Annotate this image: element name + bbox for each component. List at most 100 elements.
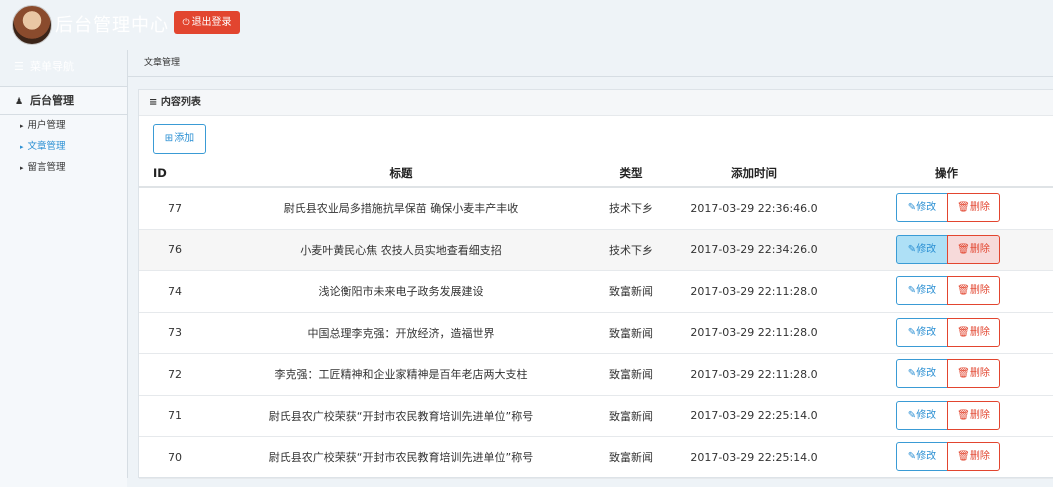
table-row: 77 尉氏县农业局多措施抗旱保苗 确保小麦丰产丰收 技术下乡 2017-03-29 2… <box>139 187 1053 230</box>
edit-icon: ✎ <box>907 202 917 214</box>
edit-button[interactable]: ✎修改 <box>896 317 948 347</box>
edit-label: 修改 <box>916 285 937 297</box>
row-time: 2017-03-29 22:25:14.0 <box>669 395 839 437</box>
col-time: 添加时间 <box>669 160 839 188</box>
trash-icon: 🗑 <box>957 409 970 421</box>
edit-button[interactable]: ✎修改 <box>896 276 948 306</box>
sidebar-section-admin[interactable]: ♟ 后台管理 <box>0 87 127 115</box>
table-row: 73 中国总理李克强：开放经济，造福世界 致富新闻 2017-03-29 22:11:… <box>139 312 1053 354</box>
row-title: 小麦叶黄民心焦 农技人员实地查看细支招 <box>209 229 593 271</box>
trash-icon: 🗑 <box>957 243 970 255</box>
table-row: 71 尉氏县农广校荣获“开封市农民教育培训先进单位”称号 致富新闻 2017-03-2… <box>139 395 1053 437</box>
col-title: 标题 <box>209 160 593 188</box>
sidebar-section-label: 后台管理 <box>30 94 74 107</box>
content-table: ID 标题 类型 添加时间 操作 77 尉氏县农业局多措施抗旱保苗 确保小麦丰产丰… <box>139 160 1053 479</box>
breadcrumb: 文章管理 <box>128 50 1053 77</box>
sidebar-item-label: 用户管理 <box>27 120 66 131</box>
edit-button[interactable]: ✎修改 <box>896 400 948 430</box>
menu-icon: ☰ <box>14 60 24 73</box>
delete-label: 删除 <box>969 202 990 214</box>
add-button[interactable]: ⊞添加 <box>153 124 206 154</box>
trash-icon: 🗑 <box>957 451 970 463</box>
app-title: 后台管理中心 <box>55 15 169 36</box>
row-time: 2017-03-29 22:34:26.0 <box>669 229 839 271</box>
sidebar-item[interactable]: ▸ 文章管理 <box>0 136 127 157</box>
logout-button[interactable]: ⏻ 退出登录 <box>174 11 240 34</box>
row-id: 77 <box>139 187 209 230</box>
delete-label: 删除 <box>969 368 990 380</box>
content-panel: ≡ 内容列表 ⊞添加 ID 标题 类型 添加时间 操作 77 尉氏县农业局多措施抗… <box>138 89 1053 479</box>
edit-icon: ✎ <box>907 285 917 297</box>
trash-icon: 🗑 <box>957 285 970 297</box>
row-type: 技术下乡 <box>593 187 669 230</box>
row-actions: ✎修改 🗑删除 <box>839 395 1053 437</box>
edit-button[interactable]: ✎修改 <box>896 234 948 264</box>
row-title: 浅论衡阳市未来电子政务发展建设 <box>209 270 593 313</box>
sidebar-item[interactable]: ▸ 用户管理 <box>0 115 127 136</box>
delete-button[interactable]: 🗑删除 <box>947 442 1000 472</box>
delete-label: 删除 <box>969 285 990 297</box>
table-row: 76 小麦叶黄民心焦 农技人员实地查看细支招 技术下乡 2017-03-29 22:3… <box>139 229 1053 271</box>
panel-toolbar: ⊞添加 <box>139 116 1053 160</box>
edit-button[interactable]: ✎修改 <box>896 193 948 223</box>
delete-button[interactable]: 🗑删除 <box>947 400 1000 430</box>
edit-icon: ✎ <box>907 243 917 255</box>
edit-label: 修改 <box>916 451 937 463</box>
edit-label: 修改 <box>916 243 937 255</box>
row-time: 2017-03-29 22:11:28.0 <box>669 270 839 313</box>
row-id: 74 <box>139 270 209 313</box>
row-time: 2017-03-29 22:25:14.0 <box>669 436 839 479</box>
row-actions: ✎修改 🗑删除 <box>839 270 1053 313</box>
panel-header: ≡ 内容列表 <box>139 90 1053 116</box>
edit-icon: ✎ <box>907 409 917 421</box>
row-time: 2017-03-29 22:11:28.0 <box>669 353 839 396</box>
sidebar-menu: ♟ 后台管理 ▸ 用户管理 ▸ 文章管理 ▸ 留言管理 <box>0 86 127 487</box>
sidebar-brand: ☰ 菜单导航 <box>0 50 127 84</box>
delete-button[interactable]: 🗑删除 <box>947 359 1000 389</box>
row-type: 致富新闻 <box>593 436 669 479</box>
sidebar-brand-label: 菜单导航 <box>30 60 74 73</box>
col-type: 类型 <box>593 160 669 188</box>
panel-title: 内容列表 <box>160 97 201 108</box>
row-type: 技术下乡 <box>593 229 669 271</box>
row-actions: ✎修改 🗑删除 <box>839 312 1053 354</box>
row-actions: ✎修改 🗑删除 <box>839 187 1053 230</box>
logout-label: 退出登录 <box>191 17 232 28</box>
delete-button[interactable]: 🗑删除 <box>947 276 1000 306</box>
row-id: 70 <box>139 436 209 479</box>
delete-button[interactable]: 🗑删除 <box>947 317 1000 347</box>
plus-square-icon: ⊞ <box>164 133 174 144</box>
delete-label: 删除 <box>969 451 990 463</box>
row-time: 2017-03-29 22:36:46.0 <box>669 187 839 230</box>
edit-label: 修改 <box>916 202 937 214</box>
user-icon: ♟ <box>15 97 24 107</box>
caret-right-icon: ▸ <box>20 164 24 172</box>
col-id: ID <box>139 160 209 188</box>
trash-icon: 🗑 <box>957 326 970 338</box>
row-title: 尉氏县农业局多措施抗旱保苗 确保小麦丰产丰收 <box>209 187 593 230</box>
sidebar-item-label: 留言管理 <box>27 162 66 173</box>
edit-button[interactable]: ✎修改 <box>896 359 948 389</box>
sidebar-item[interactable]: ▸ 留言管理 <box>0 157 127 178</box>
row-id: 72 <box>139 353 209 396</box>
row-id: 76 <box>139 229 209 271</box>
row-time: 2017-03-29 22:11:28.0 <box>669 312 839 354</box>
row-type: 致富新闻 <box>593 353 669 396</box>
delete-label: 删除 <box>969 326 990 338</box>
row-actions: ✎修改 🗑删除 <box>839 436 1053 479</box>
avatar[interactable] <box>12 5 52 45</box>
row-type: 致富新闻 <box>593 395 669 437</box>
edit-icon: ✎ <box>907 368 917 380</box>
row-title: 中国总理李克强：开放经济，造福世界 <box>209 312 593 354</box>
delete-button[interactable]: 🗑删除 <box>947 193 1000 223</box>
edit-button[interactable]: ✎修改 <box>896 442 948 472</box>
list-icon: ≡ <box>149 97 158 108</box>
top-header: 后台管理中心 ⏻ 退出登录 <box>0 0 1053 48</box>
add-label: 添加 <box>174 133 195 144</box>
table-row: 70 尉氏县农广校荣获“开封市农民教育培训先进单位”称号 致富新闻 2017-03-2… <box>139 436 1053 479</box>
delete-button[interactable]: 🗑删除 <box>947 234 1000 264</box>
col-actions: 操作 <box>839 160 1053 188</box>
row-title: 尉氏县农广校荣获“开封市农民教育培训先进单位”称号 <box>209 436 593 479</box>
row-title: 尉氏县农广校荣获“开封市农民教育培训先进单位”称号 <box>209 395 593 437</box>
row-type: 致富新闻 <box>593 270 669 313</box>
